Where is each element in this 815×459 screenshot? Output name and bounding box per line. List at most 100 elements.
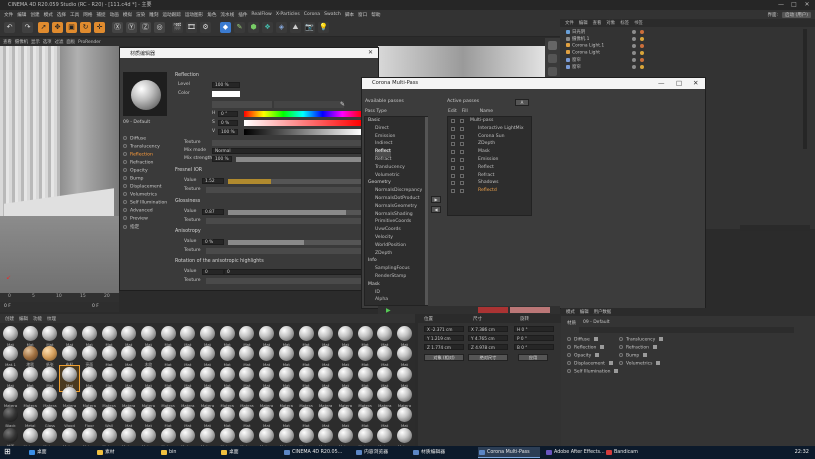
edit-checkbox[interactable] bbox=[451, 126, 455, 131]
x-axis-icon[interactable]: Ⓧ bbox=[112, 22, 123, 33]
color-mode-icons[interactable] bbox=[212, 101, 272, 108]
available-pass-item[interactable]: WorldPosition bbox=[375, 243, 406, 251]
taskbar-item[interactable]: CINEMA 4D R20.05... bbox=[283, 447, 349, 458]
active-pass-item[interactable]: Emission bbox=[478, 157, 498, 165]
fill-checkbox[interactable] bbox=[460, 165, 464, 170]
om-menu-tags[interactable]: 标签 bbox=[620, 20, 629, 26]
keyframe-icons[interactable] bbox=[510, 307, 550, 313]
channel-6[interactable]: Displacement bbox=[123, 184, 162, 191]
edit-checkbox[interactable] bbox=[451, 119, 455, 123]
checkbox-icon[interactable] bbox=[593, 337, 598, 341]
menu-item[interactable]: 编辑 bbox=[17, 12, 26, 18]
redo-icon[interactable]: ↷ bbox=[22, 22, 33, 33]
y-axis-icon[interactable]: Ⓨ bbox=[126, 22, 137, 33]
attr-channel-toggle[interactable]: Bump bbox=[619, 353, 648, 359]
maximize-icon[interactable]: □ bbox=[676, 79, 682, 87]
fresnel-texture-slot[interactable] bbox=[206, 187, 362, 193]
visibility-dot-icon[interactable] bbox=[632, 51, 636, 55]
viewport-menu-item[interactable]: 选项 bbox=[43, 39, 52, 45]
channel-9[interactable]: Advanced bbox=[123, 208, 153, 215]
channel-0[interactable]: Diffuse bbox=[123, 136, 146, 143]
pos-z-field[interactable]: Z 1.774 cm bbox=[424, 344, 464, 350]
rot-p-field[interactable]: P 0 ° bbox=[514, 335, 554, 341]
menu-item[interactable]: 模拟 bbox=[123, 12, 132, 18]
play-icon[interactable]: ▶ bbox=[386, 307, 392, 314]
available-pass-item[interactable]: Refract bbox=[375, 157, 391, 165]
size-y-field[interactable]: Y 4.765 cm bbox=[468, 335, 508, 341]
material-editor-titlebar[interactable]: 材质编辑器 ✕ bbox=[120, 48, 378, 58]
om-menu-file[interactable]: 文件 bbox=[565, 20, 574, 26]
attr-channel-toggle[interactable]: Diffuse bbox=[567, 337, 598, 343]
end-frame[interactable]: 0 F bbox=[92, 304, 99, 309]
viewport-menu-item[interactable]: 摄像机 bbox=[15, 39, 28, 45]
available-pass-item[interactable]: Translucency bbox=[375, 165, 405, 173]
channel-3[interactable]: Refraction bbox=[123, 160, 153, 167]
channel-11[interactable]: 指定 bbox=[123, 224, 139, 231]
tag-icon[interactable] bbox=[640, 51, 644, 55]
menu-item[interactable]: 插件 bbox=[238, 12, 247, 18]
om-menu-view[interactable]: 查看 bbox=[593, 20, 602, 26]
viewport-menu-item[interactable]: 过滤 bbox=[55, 39, 64, 45]
rot-b-field[interactable]: B 0 ° bbox=[514, 344, 554, 350]
render-picture-viewer-icon[interactable]: 🎞 bbox=[186, 22, 197, 33]
checkbox-icon[interactable] bbox=[600, 345, 605, 349]
active-pass-item[interactable]: Interactive LightMix bbox=[478, 126, 524, 134]
close-icon[interactable]: ✕ bbox=[693, 79, 698, 87]
level-field[interactable]: 100 % bbox=[212, 82, 240, 88]
menu-item[interactable]: 模式 bbox=[44, 12, 53, 18]
active-passes-list[interactable]: Multi-pass Interactive LightMix Corona Sun… bbox=[447, 116, 532, 216]
object-row[interactable]: 窗帘 bbox=[566, 57, 581, 64]
view-icon[interactable] bbox=[548, 67, 557, 76]
scale-icon[interactable]: ▣ bbox=[66, 22, 77, 33]
edit-checkbox[interactable] bbox=[451, 134, 455, 139]
taskbar-item[interactable]: 素材 bbox=[96, 447, 152, 458]
object-row[interactable]: Corona Light.1 bbox=[566, 43, 604, 50]
color-picker-icons[interactable] bbox=[274, 101, 344, 108]
subdivision-icon[interactable]: ⬢ bbox=[248, 22, 259, 33]
undo-icon[interactable]: ↶ bbox=[4, 22, 15, 33]
edit-checkbox[interactable] bbox=[451, 173, 455, 178]
saturation-slider[interactable] bbox=[244, 120, 362, 126]
menu-item[interactable]: 文件 bbox=[4, 12, 13, 18]
mix-strength-field[interactable]: 100 % bbox=[212, 156, 232, 162]
v-field[interactable]: 100 % bbox=[218, 129, 238, 135]
gloss-texture-slot[interactable] bbox=[206, 218, 362, 224]
active-pass-item[interactable]: Reflect bbox=[478, 165, 494, 173]
fill-checkbox[interactable] bbox=[460, 158, 464, 162]
mix-mode-dropdown[interactable]: Normal bbox=[212, 148, 362, 154]
checkbox-icon[interactable] bbox=[659, 337, 664, 341]
taskbar-item[interactable]: Bandicam bbox=[605, 447, 651, 458]
available-pass-item[interactable]: NormalsDotProduct bbox=[375, 196, 420, 204]
recent-tool-icon[interactable]: ✛ bbox=[94, 22, 105, 33]
checkbox-icon[interactable] bbox=[608, 361, 613, 365]
mm-menu-texture[interactable]: 纹理 bbox=[47, 316, 56, 322]
mix-strength-slider[interactable] bbox=[236, 157, 362, 162]
layout-selector[interactable]: 界面: 启动 (用户) bbox=[764, 10, 811, 19]
object-row[interactable]: 日光阴 bbox=[566, 29, 585, 36]
render-settings-icon[interactable]: ⚙ bbox=[200, 22, 211, 33]
checkbox-icon[interactable] bbox=[614, 369, 619, 373]
active-pass-item[interactable]: Reflectd bbox=[478, 188, 497, 196]
texture-slot[interactable] bbox=[212, 140, 362, 146]
available-pass-item[interactable]: Velocity bbox=[375, 235, 393, 243]
checkbox-icon[interactable] bbox=[595, 353, 600, 357]
aniso-slider[interactable] bbox=[228, 240, 362, 245]
visibility-dot-icon[interactable] bbox=[632, 37, 636, 41]
view-icon[interactable] bbox=[548, 41, 557, 50]
eyedropper-icon[interactable]: ✎ bbox=[340, 101, 345, 108]
rot-value-input[interactable]: 0 bbox=[224, 269, 362, 275]
menu-item[interactable]: 脚本 bbox=[345, 12, 354, 18]
visibility-dot-icon[interactable] bbox=[632, 58, 636, 62]
pos-y-field[interactable]: Y 1.219 cm bbox=[424, 335, 464, 341]
channel-1[interactable]: Translucency bbox=[123, 144, 160, 151]
minimize-button[interactable]: — bbox=[775, 0, 787, 10]
attr-channel-toggle[interactable]: Refraction bbox=[619, 345, 657, 351]
attr-channel-toggle[interactable]: Displacement bbox=[567, 361, 613, 367]
attr-channel-toggle[interactable]: Volumetrics bbox=[619, 361, 661, 367]
tag-icon[interactable] bbox=[640, 37, 644, 41]
view-icon[interactable] bbox=[548, 54, 557, 63]
menu-item[interactable]: Swatch bbox=[324, 12, 341, 17]
h-field[interactable]: 0 ° bbox=[218, 111, 238, 117]
taskbar-item[interactable]: 桌面 bbox=[220, 447, 276, 458]
multipass-titlebar[interactable]: Corona Multi-Pass — □ ✕ bbox=[362, 78, 705, 89]
